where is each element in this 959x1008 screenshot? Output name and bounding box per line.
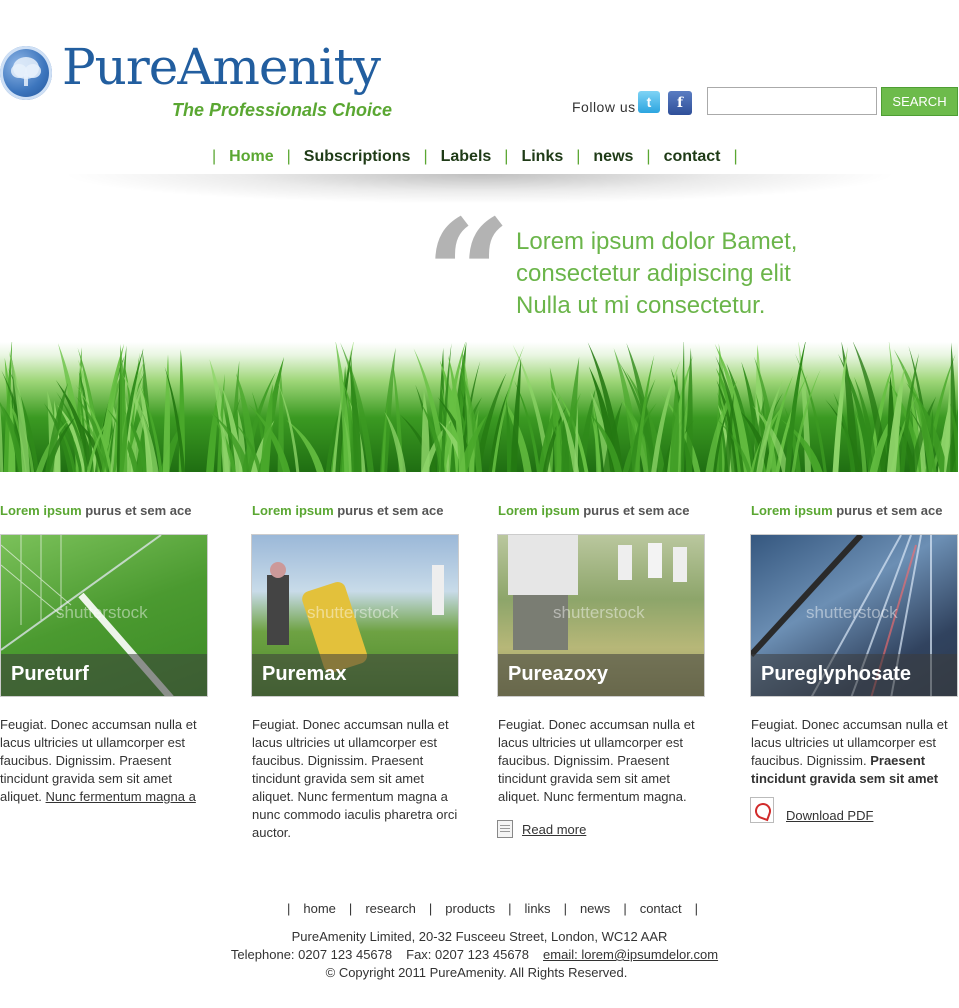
nav-item-contact[interactable]: contact [658, 148, 727, 166]
product-image-pureturf[interactable]: shutterstock Pureturf [0, 534, 208, 697]
watermark-text: shutterstock [553, 603, 645, 622]
footer-separator: | [623, 901, 627, 916]
product-image-pureazoxy[interactable]: shutterstock Pureazoxy [497, 534, 705, 697]
hero-quote-line: consectetur adipiscing elit [516, 260, 791, 287]
hero-quote-line: Lorem ipsum dolor Bamet, [516, 228, 798, 255]
product-image-pureglyphosate[interactable]: shutterstock Pureglyphosate [750, 534, 958, 697]
product-heading: Lorem ipsum purus et sem ace [751, 503, 943, 518]
product-heading: Lorem ipsum purus et sem ace [252, 503, 444, 518]
grass-banner-image [0, 342, 958, 472]
footer-link-products[interactable]: products [445, 901, 495, 916]
nav-separator: | [576, 148, 581, 165]
product-description: Feugiat. Donec accumsan nulla et lacus u… [0, 716, 208, 806]
footer-nav: | home | research | products | links | n… [280, 901, 705, 916]
footer-email-link[interactable]: email: lorem@ipsumdelor.com [543, 947, 718, 962]
product-link[interactable]: Nunc fermentum magna a [46, 789, 196, 804]
quote-mark-icon: “ [425, 187, 512, 363]
footer-fax: Fax: 0207 123 45678 [406, 947, 530, 962]
main-nav: | Home | Subscriptions | Labels | Links … [205, 148, 745, 166]
logo-wordmark[interactable]: PureAmenity [62, 38, 381, 96]
footer-link-news[interactable]: news [580, 901, 610, 916]
nav-item-labels[interactable]: Labels [435, 148, 498, 166]
product-name: Pureturf [1, 654, 207, 696]
document-icon [497, 820, 513, 838]
pdf-icon [750, 796, 774, 823]
product-heading: Lorem ipsum purus et sem ace [498, 503, 690, 518]
nav-separator: | [504, 148, 509, 165]
footer-separator: | [563, 901, 567, 916]
footer-link-links[interactable]: links [525, 901, 551, 916]
footer-link-home[interactable]: home [303, 901, 336, 916]
product-description: Feugiat. Donec accumsan nulla et lacus u… [751, 716, 959, 788]
watermark-text: shutterstock [307, 603, 399, 622]
read-more-row: Read more [497, 820, 586, 838]
search-button[interactable]: SEARCH [881, 87, 958, 116]
footer-link-research[interactable]: research [365, 901, 416, 916]
twitter-icon[interactable]: t [638, 91, 660, 113]
hero-quote: Lorem ipsum dolor Bamet, consectetur adi… [516, 226, 846, 322]
download-pdf-link[interactable]: Download PDF [786, 808, 873, 823]
grass-blade [0, 405, 4, 472]
product-text: Feugiat. Donec accumsan nulla et lacus u… [498, 717, 695, 804]
grass-blade [832, 346, 848, 472]
download-pdf-row: Download PDF [750, 796, 873, 823]
product-description: Feugiat. Donec accumsan nulla et lacus u… [252, 716, 460, 842]
footer-separator: | [694, 901, 699, 916]
nav-separator: | [733, 148, 738, 165]
nav-item-home[interactable]: Home [223, 148, 279, 166]
logo-tagline: The Professionals Choice [172, 100, 393, 120]
product-text: Feugiat. Donec accumsan nulla et lacus u… [252, 717, 458, 840]
footer-contact-line: Telephone: 0207 123 45678 Fax: 0207 123 4… [0, 947, 954, 962]
product-image-puremax[interactable]: shutterstock Puremax [251, 534, 459, 697]
nav-item-links[interactable]: Links [515, 148, 569, 166]
watermark-text: shutterstock [806, 603, 898, 622]
hero-quote-line: Nulla ut mi consectetur. [516, 292, 766, 319]
footer-copyright: © Copyright 2011 PureAmenity. All Rights… [325, 965, 628, 980]
facebook-icon[interactable]: f [668, 91, 692, 115]
logo-tree-icon[interactable] [0, 46, 52, 100]
nav-item-subscriptions[interactable]: Subscriptions [298, 148, 417, 166]
nav-separator: | [646, 148, 651, 165]
product-name: Pureazoxy [498, 654, 704, 696]
footer-separator: | [348, 901, 353, 916]
product-heading: Lorem ipsum purus et sem ace [0, 503, 192, 518]
product-name: Pureglyphosate [751, 654, 957, 696]
nav-item-news[interactable]: news [587, 148, 639, 166]
footer-telephone: Telephone: 0207 123 45678 [230, 947, 393, 962]
footer-separator: | [428, 901, 433, 916]
product-description: Feugiat. Donec accumsan nulla et lacus u… [498, 716, 706, 806]
nav-separator: | [212, 148, 217, 165]
footer-link-contact[interactable]: contact [640, 901, 682, 916]
search-input[interactable] [707, 87, 877, 115]
nav-separator: | [286, 148, 291, 165]
product-name: Puremax [252, 654, 458, 696]
nav-separator: | [423, 148, 428, 165]
watermark-text: shutterstock [56, 603, 148, 622]
footer-separator: | [508, 901, 512, 916]
footer-address: PureAmenity Limited, 20-32 Fusceeu Stree… [291, 929, 668, 944]
follow-us-label: Follow us [572, 99, 636, 115]
read-more-link[interactable]: Read more [522, 822, 586, 837]
footer-separator: | [287, 901, 291, 916]
